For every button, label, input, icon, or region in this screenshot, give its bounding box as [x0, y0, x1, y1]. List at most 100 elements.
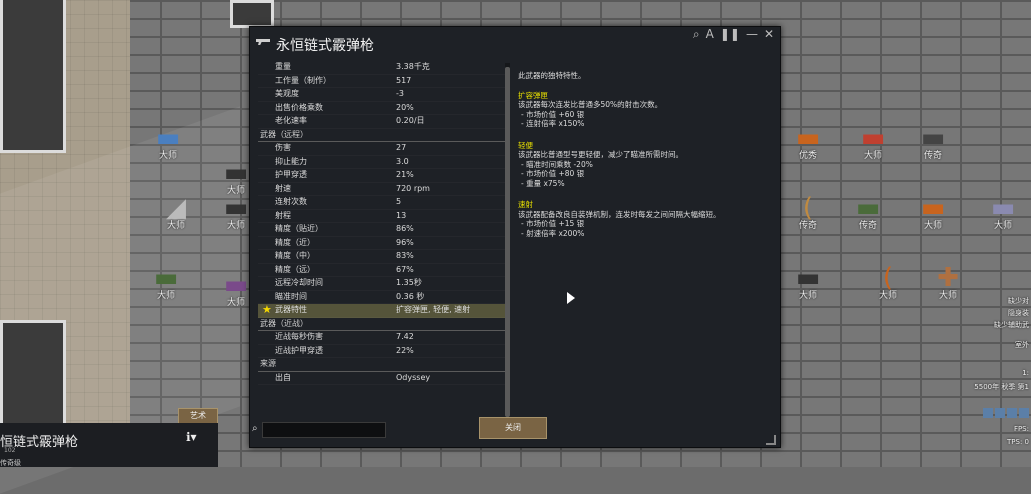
stat-label: 抑止能力: [275, 156, 307, 166]
gun-icon: ▬: [855, 193, 881, 223]
stat-value: 3.0: [396, 156, 409, 166]
weapon-quality-label: 大师: [993, 221, 1012, 231]
stat-label: 出售价格乘数: [275, 102, 323, 112]
weapon-quality-label: 大师: [878, 291, 897, 301]
stat-label: 精度（贴近）: [275, 224, 323, 233]
stat-label: 精度（近）: [275, 237, 315, 247]
gun-icon: ▬: [795, 263, 821, 293]
stat-row[interactable]: 精度（中） 83%: [258, 250, 506, 264]
hud-line: 1:: [1022, 369, 1029, 377]
weapon-item[interactable]: ▬ 大师: [140, 125, 196, 162]
weapon-quality-label: 大师: [798, 291, 817, 301]
search-icon[interactable]: ⌕: [693, 27, 700, 42]
star-icon: ★: [262, 303, 272, 316]
stat-row[interactable]: 抑止能力 3.0: [258, 156, 506, 170]
gun-icon: ▬: [795, 123, 821, 153]
stat-row[interactable]: 伤害 27: [258, 142, 506, 156]
stat-label: 连射次数: [275, 197, 307, 206]
stat-value: -3: [396, 89, 404, 98]
tps-readout: TPS: 0: [1007, 438, 1029, 446]
stat-label: 伤害: [275, 143, 291, 152]
resize-handle[interactable]: [766, 435, 776, 445]
stat-row[interactable]: 近战护甲穿透 22%: [258, 345, 506, 359]
weapon-item[interactable]: ▬ 大师: [845, 125, 901, 162]
stat-row[interactable]: 护甲穿透 21%: [258, 169, 506, 183]
trait-name: 扩容弹匣: [518, 90, 548, 100]
stat-value: 96%: [396, 237, 414, 247]
scrollbar-thumb[interactable]: [505, 67, 510, 417]
weapon-item[interactable]: ▬ 大师: [138, 265, 194, 302]
weapon-item[interactable]: ✚ 大师: [920, 265, 976, 302]
stat-label: 护甲穿透: [275, 170, 307, 179]
trait-effect: - 射速倍率 x200%: [521, 228, 585, 238]
trait-block: 扩容弹匣 该武器每次连发比普通多50%的射击次数。 - 市场价值 +60 银- 连射…: [518, 91, 768, 129]
text-icon[interactable]: A: [706, 27, 714, 42]
trait-text: 该武器比普通型号更轻便，减少了瞄准所需时间。: [518, 150, 683, 159]
normal-speed-button[interactable]: [995, 408, 1005, 418]
scrollbar[interactable]: [505, 63, 510, 417]
gun-icon: ▬: [223, 270, 249, 300]
superfast-speed-button[interactable]: [1019, 408, 1029, 418]
gun-icon: ▬: [223, 193, 249, 223]
weapon-item[interactable]: ▬ 大师: [975, 195, 1031, 232]
stat-row[interactable]: 工作量（制作） 517: [258, 75, 506, 89]
weapon-item[interactable]: ▬ 传奇: [840, 195, 896, 232]
weapon-quality-label: 传奇: [798, 221, 817, 231]
side-label: 缺少对: [1008, 297, 1029, 305]
stat-label: 重量: [275, 62, 291, 71]
weapon-item[interactable]: (传奇: [780, 195, 836, 232]
art-tab[interactable]: 艺术: [178, 408, 218, 424]
fast-speed-button[interactable]: [1007, 408, 1017, 418]
weapon-quality-label: 大师: [938, 291, 957, 301]
stat-row[interactable]: ★ 武器特性 扩容弹匣, 轻便, 速射: [258, 304, 506, 318]
gun-icon: ✚: [937, 263, 959, 293]
stats-list: 重量 3.38千克 工作量（制作） 517 美观度 -3 出售价格乘数 20% 老化速率 0.20…: [258, 61, 506, 385]
mouse-cursor: [567, 292, 575, 304]
stat-value: 67%: [396, 264, 414, 274]
weapon-item[interactable]: ▬ 大师: [905, 195, 961, 232]
search-input[interactable]: [262, 422, 386, 438]
gun-icon: ▬: [223, 158, 249, 188]
trait-effect: - 市场价值 +15 银: [521, 219, 585, 228]
stat-label: 精度（远）: [275, 264, 315, 274]
close-button[interactable]: 关闭: [479, 417, 547, 439]
weapon-item[interactable]: ▬ 传奇: [905, 125, 961, 162]
side-label: 缺少辅助武: [994, 321, 1029, 329]
stat-row[interactable]: 美观度 -3: [258, 88, 506, 102]
stat-row[interactable]: 瞄准时间 0.36 秒: [258, 291, 506, 305]
stat-label: 射速: [275, 183, 291, 193]
weapon-item[interactable]: ▬ 大师: [780, 265, 836, 302]
weapon-item[interactable]: ◢ 大师: [148, 195, 204, 232]
stat-row[interactable]: 精度（近） 96%: [258, 237, 506, 251]
weapon-quality-label: 大师: [863, 151, 882, 161]
stat-value: 1.35秒: [396, 278, 422, 287]
gun-icon: ▬: [153, 263, 179, 293]
wall-segment: [230, 0, 274, 28]
stat-row[interactable]: 近战每秒伤害 7.42: [258, 331, 506, 345]
stat-row[interactable]: 重量 3.38千克: [258, 61, 506, 75]
weapon-item[interactable]: (大师: [860, 265, 916, 302]
trait-name: 速射: [518, 200, 533, 209]
stat-row[interactable]: 连射次数 5: [258, 196, 506, 210]
window-controls: ⌕ A ❚❚ — ✕: [693, 27, 774, 42]
trait-text: 该武器每次连发比普通多50%的射击次数。: [518, 100, 663, 109]
stat-row[interactable]: 出自 Odyssey: [258, 372, 506, 386]
pause-icon[interactable]: ❚❚: [720, 27, 740, 42]
category-header: 武器（远程）: [258, 129, 506, 142]
weapon-item[interactable]: ▬ 优秀: [780, 125, 836, 162]
pause-time-button[interactable]: [983, 408, 993, 418]
weapon-quality-label: 大师: [156, 291, 175, 301]
minimize-icon[interactable]: —: [746, 27, 758, 42]
stat-value: 517: [396, 75, 412, 85]
close-icon[interactable]: ✕: [764, 27, 774, 42]
stat-row[interactable]: 老化速率 0.20/日: [258, 115, 506, 129]
weapon-quality-label: 优秀: [798, 151, 817, 161]
info-icon[interactable]: ℹ▾: [186, 430, 197, 444]
stat-row[interactable]: 射程 13: [258, 210, 506, 224]
stat-row[interactable]: 出售价格乘数 20%: [258, 102, 506, 116]
stat-row[interactable]: 精度（贴近） 86%: [258, 223, 506, 237]
stat-row[interactable]: 射速 720 rpm: [258, 183, 506, 197]
stat-row[interactable]: 精度（远） 67%: [258, 264, 506, 278]
trait-description: 此武器的独特特性。 扩容弹匣 该武器每次连发比普通多50%的射击次数。 - 市场价值…: [518, 71, 768, 250]
stat-row[interactable]: 远程冷却时间 1.35秒: [258, 277, 506, 291]
